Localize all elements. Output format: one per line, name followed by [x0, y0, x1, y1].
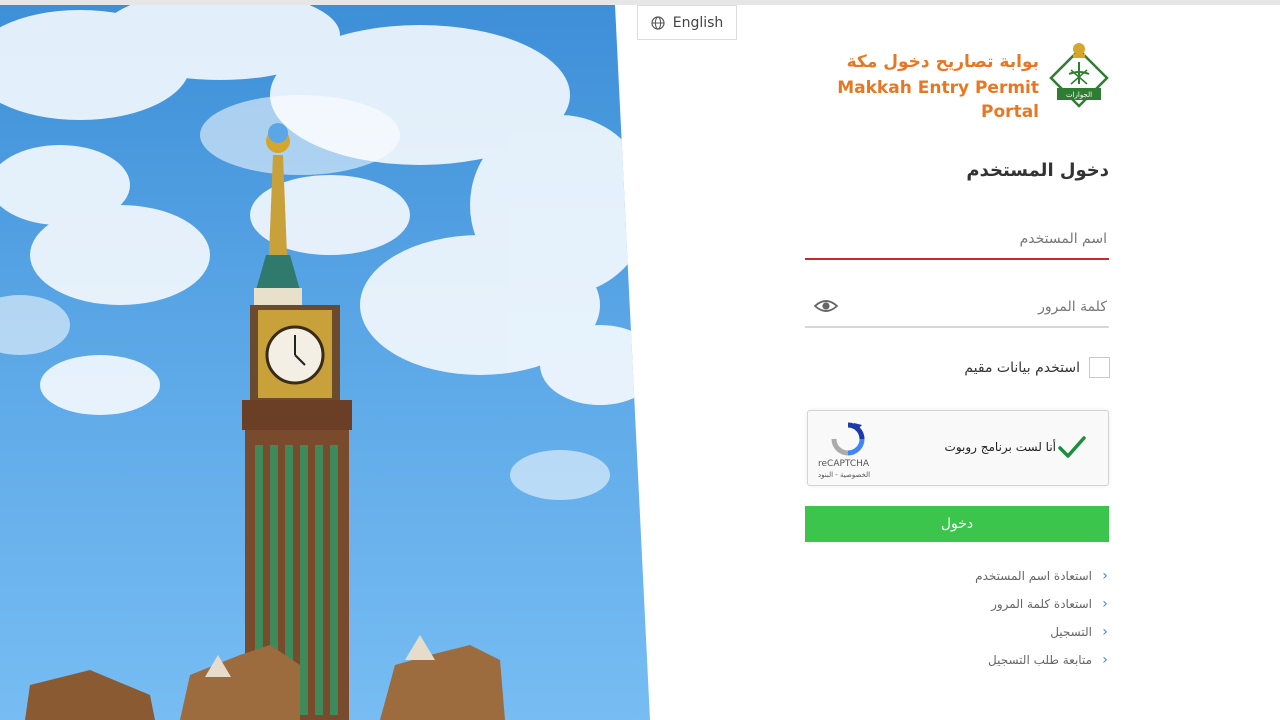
link-label: استعادة اسم المستخدم: [975, 569, 1092, 583]
recover-username-link[interactable]: استعادة اسم المستخدم ›: [880, 562, 1110, 590]
brand-title-arabic: بوابة تصاريح دخول مكة: [846, 52, 1039, 72]
link-label: متابعة طلب التسجيل: [988, 653, 1092, 667]
chevron-right-icon: ›: [1102, 568, 1108, 584]
login-title: دخول المستخدم: [966, 160, 1109, 181]
login-button[interactable]: دخول: [805, 506, 1109, 542]
show-password-eye-icon[interactable]: [814, 296, 838, 316]
register-link[interactable]: التسجيل ›: [880, 618, 1110, 646]
language-button[interactable]: English: [637, 5, 737, 40]
recover-password-link[interactable]: استعادة كلمة المرور ›: [880, 590, 1110, 618]
brand-title-english: Makkah Entry Permit Portal: [837, 78, 1039, 122]
username-input[interactable]: [805, 220, 1109, 260]
recaptcha-label: أنا لست برنامج روبوت: [944, 440, 1056, 454]
password-input[interactable]: [805, 288, 1109, 328]
clock-tower-illustration: [0, 5, 650, 720]
resident-checkbox-label: استخدم بيانات مقيم: [964, 360, 1080, 376]
resident-checkbox[interactable]: [1089, 357, 1110, 378]
recaptcha-brand: reCAPTCHA: [818, 459, 870, 469]
account-links: استعادة اسم المستخدم › استعادة كلمة المر…: [880, 562, 1110, 674]
recaptcha-widget: أنا لست برنامج روبوت reCAPTCHA الخصوصية …: [807, 410, 1109, 486]
passports-logo: الجوازات: [1049, 43, 1109, 108]
link-label: استعادة كلمة المرور: [991, 597, 1092, 611]
recaptcha-privacy-terms[interactable]: الخصوصية - البنود: [818, 471, 898, 480]
recaptcha-checkmark-icon[interactable]: [1056, 431, 1088, 463]
language-button-label: English: [672, 14, 724, 31]
hero-image-clock-tower: [0, 5, 650, 720]
link-label: التسجيل: [1050, 625, 1092, 639]
track-registration-link[interactable]: متابعة طلب التسجيل ›: [880, 646, 1110, 674]
logo-text: الجوازات: [1066, 91, 1092, 99]
chevron-right-icon: ›: [1102, 652, 1108, 668]
chevron-right-icon: ›: [1102, 624, 1108, 640]
chevron-right-icon: ›: [1102, 596, 1108, 612]
recaptcha-logo-icon: [831, 422, 865, 456]
globe-icon: [651, 15, 665, 30]
resident-option: استخدم بيانات مقيم: [940, 356, 1110, 380]
